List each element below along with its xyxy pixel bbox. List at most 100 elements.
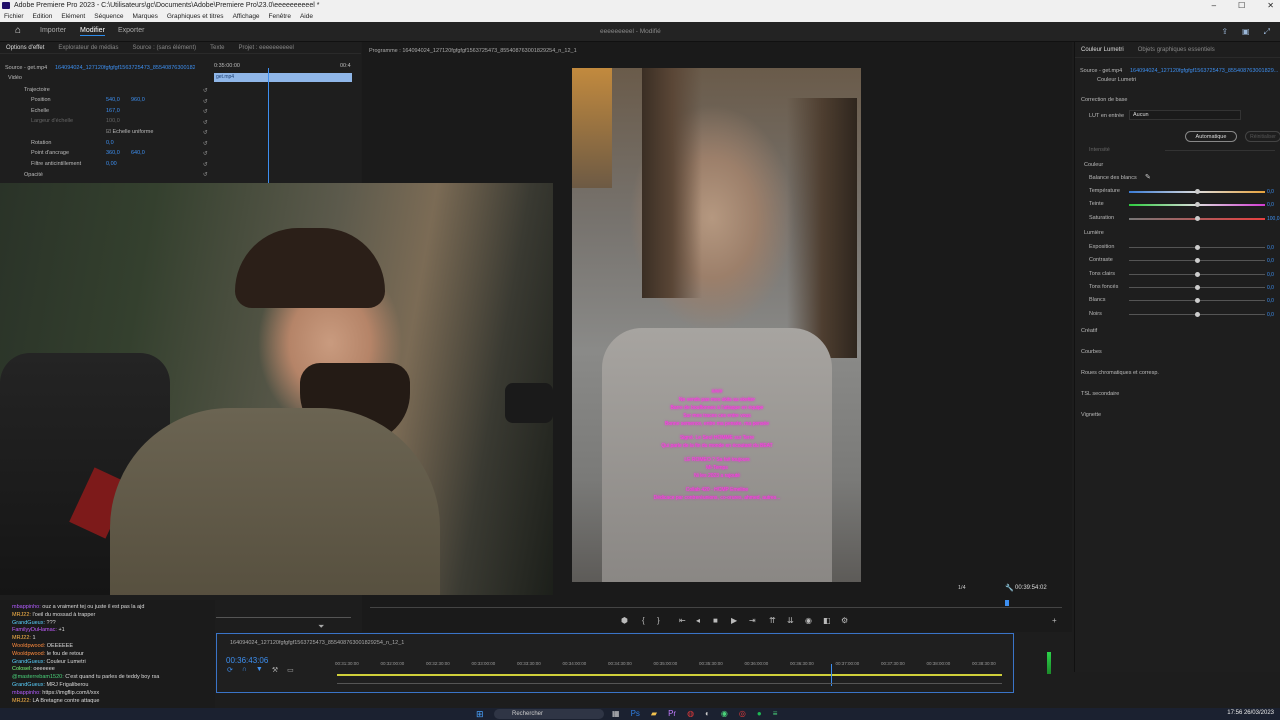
slider-knob[interactable]	[1194, 245, 1200, 250]
slider-value[interactable]: 0,0	[1267, 298, 1274, 304]
export-frame-icon[interactable]: ◉	[805, 616, 812, 625]
mark-in-icon[interactable]: {	[642, 616, 645, 625]
slider-value[interactable]: 0,0	[1267, 189, 1274, 195]
tab-media-browser[interactable]: Explorateur de médias	[58, 45, 118, 51]
obs-icon[interactable]: ◎	[739, 709, 746, 719]
linked-icon[interactable]: ∩	[242, 666, 247, 676]
chrome-icon[interactable]: ◉	[721, 709, 728, 719]
lumetri-sequence[interactable]: 164094024_127120fgfgfgf1563725473_855408…	[1130, 68, 1278, 74]
program-video-frame[interactable]: #### Ne vends pas mes skits au sketter B…	[572, 68, 861, 582]
snap-icon[interactable]: ⟳	[227, 666, 233, 676]
tab-source[interactable]: Source : (sans élément)	[132, 45, 196, 51]
timeline-ruler[interactable]: 00:31:30:00 00:32:00:00 00:32:30:00 00:33:0…	[335, 661, 1005, 671]
param-rotation-value[interactable]: 0,0	[106, 140, 114, 146]
param-anchor-y[interactable]: 640,0	[131, 150, 145, 156]
tab-text[interactable]: Texte	[210, 45, 224, 51]
slider-knob[interactable]	[1194, 271, 1200, 277]
menu-affichage[interactable]: Affichage	[233, 11, 260, 22]
menu-marques[interactable]: Marques	[133, 11, 158, 22]
tab-modifier[interactable]: Modifier	[80, 27, 105, 36]
menu-fichier[interactable]: Fichier	[4, 11, 24, 22]
timeline-sequence-name[interactable]: 164094024_127120fgfgfgf1563725473_855408…	[230, 640, 404, 646]
slider-value[interactable]: 100,0	[1267, 216, 1280, 222]
lift-icon[interactable]: ⇈	[769, 616, 776, 625]
slider-knob[interactable]	[1194, 311, 1200, 317]
reset-button[interactable]: Réinitialiser	[1245, 131, 1280, 142]
taskbar-clock[interactable]: 17:56 26/03/2023	[1227, 710, 1274, 716]
timeline-timecode[interactable]: 00:36:43:06	[226, 656, 268, 665]
chat-username[interactable]: Wooldpwood:	[12, 643, 47, 649]
spotify-icon[interactable]: ●	[757, 709, 762, 719]
slider-knob[interactable]	[1194, 284, 1200, 290]
slider-knob[interactable]	[1194, 298, 1200, 304]
timeline-scroll[interactable]	[337, 683, 1002, 684]
go-to-out-icon[interactable]: ⇥	[749, 616, 756, 625]
fullscreen-icon[interactable]: ⤢	[1264, 27, 1270, 37]
marker-icon[interactable]: ⬢	[621, 616, 628, 625]
slider-value[interactable]: 0,0	[1267, 202, 1274, 208]
param-echelle-value[interactable]: 167,0	[106, 108, 120, 114]
section-tsl[interactable]: TSL secondaire	[1081, 391, 1119, 397]
section-roues[interactable]: Roues chromatiques et corresp.	[1081, 370, 1159, 376]
intensity-slider[interactable]	[1165, 150, 1275, 151]
chat-username[interactable]: mbappinho:	[12, 690, 42, 696]
slider-value[interactable]: 0,0	[1267, 272, 1274, 278]
go-to-in-icon[interactable]: ⇤	[679, 616, 686, 625]
panel-icon[interactable]: ▣	[1242, 27, 1250, 37]
tab-essential-graphics[interactable]: Objets graphiques essentiels	[1138, 47, 1215, 54]
auto-button[interactable]: Automatique	[1185, 131, 1237, 142]
chat-username[interactable]: mbappinho:	[12, 604, 42, 610]
param-position-y[interactable]: 960,0	[131, 97, 145, 103]
timeline-work-area[interactable]	[337, 674, 1002, 676]
monitor-playhead[interactable]	[1005, 600, 1009, 606]
mark-out-icon[interactable]: }	[657, 616, 660, 625]
play-icon[interactable]: ▶	[731, 616, 737, 625]
menu-edition[interactable]: Edition	[33, 11, 53, 22]
chat-username[interactable]: MRJ22:	[12, 698, 32, 704]
param-flicker-value[interactable]: 0,00	[106, 161, 117, 167]
sequence-label[interactable]: 164094024_127120fgfgfgf1563725473_855408…	[55, 65, 195, 71]
tab-effect-options[interactable]: Options d'effet	[6, 45, 44, 51]
app-green-icon[interactable]: ≡	[773, 709, 778, 719]
chat-username[interactable]: MRJ22:	[12, 612, 32, 618]
reset-icons[interactable]: ↺ ↺ ↺ ↺ ↺ ↺ ↺ ↺ ↺	[203, 86, 208, 181]
ec-scroll-bar[interactable]	[216, 617, 351, 618]
share-icon[interactable]: ⇪	[1221, 27, 1228, 37]
wrench-tool-icon[interactable]: ⚒	[272, 666, 278, 676]
tab-project[interactable]: Projet : eeeeeeeeeel	[239, 45, 294, 51]
chat-username[interactable]: Colosel:	[12, 666, 33, 672]
menu-aide[interactable]: Aide	[300, 11, 313, 22]
section-couleur[interactable]: Couleur	[1084, 162, 1103, 168]
chat-username[interactable]: GrandGueux:	[12, 659, 47, 665]
slider-value[interactable]: 0,0	[1267, 245, 1274, 251]
menu-graphiques[interactable]: Graphiques et titres	[167, 11, 224, 22]
chat-username[interactable]: @masterrebam1520:	[12, 674, 65, 680]
section-lumiere[interactable]: Lumière	[1084, 230, 1104, 236]
tab-importer[interactable]: Importer	[40, 27, 66, 34]
chat-username[interactable]: FamilyyDuHamac:	[12, 627, 58, 633]
stop-icon[interactable]: ■	[713, 616, 718, 625]
premiere-icon[interactable]: Pr	[668, 709, 676, 719]
windows-start-icon[interactable]: ⊞	[476, 709, 484, 719]
chat-username[interactable]: GrandGueux:	[12, 682, 47, 688]
slider-knob[interactable]	[1194, 189, 1200, 194]
eyedropper-icon[interactable]: ✎	[1145, 173, 1151, 181]
tab-lumetri[interactable]: Couleur Lumetri	[1081, 47, 1124, 54]
checkbox-uniform-scale[interactable]: ☑ Echelle uniforme	[106, 129, 153, 135]
explorer-icon[interactable]: ▰	[651, 709, 657, 719]
monitor-zoom[interactable]: 1/4	[958, 585, 966, 591]
chat-username[interactable]: GrandGueux:	[12, 620, 47, 626]
section-courbes[interactable]: Courbes	[1081, 349, 1102, 355]
slider-knob[interactable]	[1194, 202, 1200, 208]
ec-playhead[interactable]	[268, 68, 269, 183]
menu-sequence[interactable]: Séquence	[94, 11, 123, 22]
app-red-icon[interactable]: ◍	[687, 709, 694, 719]
tab-exporter[interactable]: Exporter	[118, 27, 144, 34]
section-vignette[interactable]: Vignette	[1081, 412, 1101, 418]
taskbar-search[interactable]: Rechercher	[494, 709, 604, 719]
close-icon[interactable]: ✕	[1267, 0, 1274, 11]
wrench-icon[interactable]: 🔧	[1005, 584, 1014, 592]
menu-element[interactable]: Elément	[61, 11, 85, 22]
chat-username[interactable]: MRJ22:	[12, 635, 32, 641]
param-anchor-x[interactable]: 360,0	[106, 150, 120, 156]
